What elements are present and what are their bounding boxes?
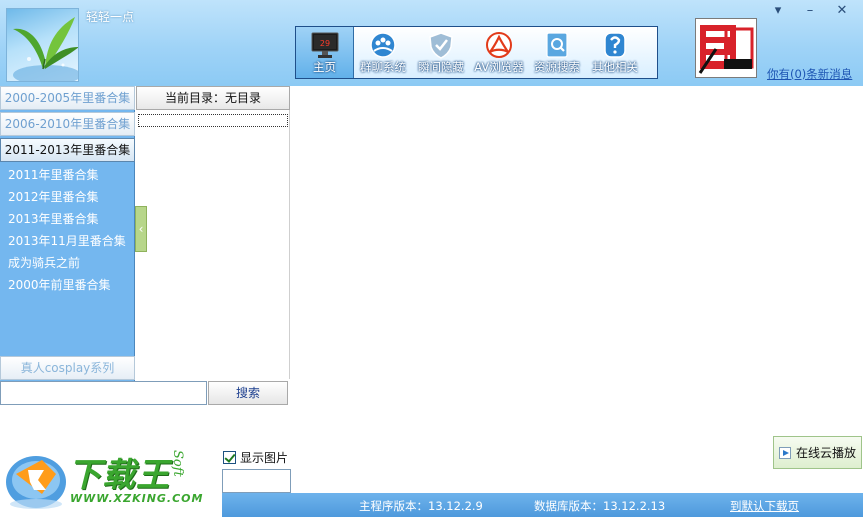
watermark-url-text: WWW.XZKING.COM [70,492,204,505]
toolbar-others-label: 其他相关 [592,60,638,74]
window-close-button[interactable]: ✕ [829,1,855,21]
watermark-soft-text: Soft [170,450,185,477]
header-bar: 轻轻一点 29 主页 群聊系统 瞬间隐藏 AV浏览器 资源搜索 其他相关 你有(… [0,0,863,86]
toolbar-av-browser-button[interactable]: AV浏览器 [470,27,528,78]
category-item[interactable]: 成为骑兵之前 [0,252,135,274]
app-logo [6,8,79,82]
category-footer-cosplay[interactable]: 真人cosplay系列 [0,356,135,380]
online-cloud-play-button[interactable]: 在线云播放 [773,436,862,469]
category-item[interactable]: 2000年前里番合集 [0,274,135,296]
database-version: 数据库版本：13.12.2.13 [534,499,666,513]
watermark-cn-text: 下载王 [68,455,170,494]
toolbar-group-chat-label: 群聊系统 [360,60,406,74]
collapse-panel-handle[interactable]: ‹ [135,206,147,252]
window-minimize-button[interactable]: – [797,1,823,21]
new-messages-link[interactable]: 你有(0)条新消息 [767,66,852,82]
toolbar-others-button[interactable]: 其他相关 [586,27,644,78]
toolbar-quick-hide-label: 瞬间隐藏 [418,60,464,74]
category-header-2011-2013[interactable]: 2011-2013年里番合集 [0,138,135,162]
default-download-page-link[interactable]: 到默认下载页 [730,498,799,514]
directory-tree-selection[interactable] [138,114,288,127]
show-images-checkbox[interactable] [223,450,236,464]
shield-icon [429,32,453,59]
monitor-icon: 29 [311,32,338,58]
category-header-2006-2010[interactable]: 2006-2010年里番合集 [0,112,135,136]
search-icon [546,32,568,58]
toolbar-resource-search-label: 资源搜索 [534,60,580,74]
brand-logo-icon [698,25,754,74]
leaf-logo-icon [13,17,78,81]
directory-panel: 当前目录：无目录 ‹ [135,86,290,379]
category-item[interactable]: 2013年里番合集 [0,208,135,230]
monitor-screen-text: 29 [319,39,329,48]
search-button[interactable]: 搜索 [208,381,288,405]
online-cloud-play-label: 在线云播放 [795,446,856,460]
show-images-label: 显示图片 [240,450,289,465]
search-input[interactable] [0,381,207,405]
info-icon [604,32,626,58]
category-panel: 2000-2005年里番合集 2006-2010年里番合集 2011-2013年… [0,86,135,381]
brand-image[interactable] [695,18,757,78]
category-item[interactable]: 2013年11月里番合集 [0,230,135,252]
browser-icon [486,32,512,58]
category-item[interactable]: 2011年里番合集 [0,164,135,186]
chat-group-icon [370,32,396,58]
toolbar-group-chat-button[interactable]: 群聊系统 [354,27,412,78]
play-icon [778,446,791,459]
toolbar-resource-search-button[interactable]: 资源搜索 [528,27,586,78]
category-item[interactable]: 2012年里番合集 [0,186,135,208]
secondary-input[interactable] [222,469,291,493]
toolbar-av-browser-label: AV浏览器 [474,60,524,74]
toolbar-home-label: 主页 [313,60,336,74]
window-menu-button[interactable]: ▾ [765,1,791,21]
content-area [290,86,863,469]
window-title: 轻轻一点 [86,10,135,24]
category-header-2000-2005[interactable]: 2000-2005年里番合集 [0,86,135,110]
toolbar-quick-hide-button[interactable]: 瞬间隐藏 [412,27,470,78]
xzking-logo-icon [6,456,66,509]
main-toolbar: 29 主页 群聊系统 瞬间隐藏 AV浏览器 资源搜索 其他相关 [295,26,658,79]
xzking-watermark: 下载王 Soft WWW.XZKING.COM [0,440,222,517]
current-directory-header: 当前目录：无目录 [136,86,290,110]
category-list: 2011年里番合集 2012年里番合集 2013年里番合集 2013年11月里番… [0,164,135,296]
show-images-option[interactable]: 显示图片 [223,448,288,466]
main-program-version: 主程序版本：13.12.2.9 [359,499,483,513]
status-bar: 主程序版本：13.12.2.9 数据库版本：13.12.2.13 到默认下载页 [222,493,863,517]
toolbar-home-button[interactable]: 29 主页 [296,27,354,78]
